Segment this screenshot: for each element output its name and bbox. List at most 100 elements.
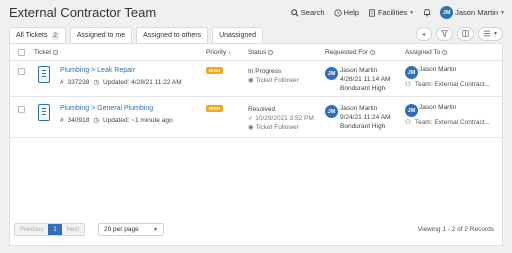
ticket-meta: # 337238 ◷ Updated: 4/28/21 11:22 AM: [60, 78, 182, 87]
request-site: Bondurant High: [340, 123, 386, 130]
requester-name: Jason Martin: [340, 105, 378, 112]
filter-button[interactable]: [436, 27, 454, 41]
table-footer: Previous 1 Next 20 per page ▼ Viewing 1 …: [10, 223, 502, 237]
search-label: Search: [300, 8, 325, 17]
tab-unassigned[interactable]: Unassigned: [212, 27, 264, 43]
ticket-title-link[interactable]: Plumbing > General Plumbing: [60, 105, 153, 112]
requester-name: Jason Martin: [340, 67, 378, 74]
status-text: Resolved: [248, 106, 276, 113]
request-date: 4/28/21 11:14 AM: [340, 76, 391, 83]
add-ticket-button[interactable]: +: [416, 27, 433, 41]
ticket-meta: # 340918 ◷ Updated: ~1 minute ago: [60, 116, 173, 125]
list-options-button[interactable]: ▼: [478, 27, 503, 41]
per-page-value: 20 per page: [104, 226, 139, 233]
status-text: In Progress: [248, 68, 282, 75]
previous-page-button[interactable]: Previous: [15, 224, 49, 235]
help-icon: ?: [333, 8, 342, 17]
tab-all-tickets[interactable]: All Tickets 2: [9, 27, 66, 43]
requested-for-cell: Jason Martin 9/24/21 11:24 AM Bondurant …: [340, 104, 390, 131]
request-site: Bondurant High: [340, 85, 386, 92]
column-label: Status: [248, 49, 267, 56]
help-label: Help: [343, 8, 359, 17]
caret-down-icon: ▼: [409, 9, 415, 16]
tab-label: Unassigned: [219, 32, 257, 39]
tab-label: Assigned to others: [143, 32, 202, 39]
avatar: JM: [405, 66, 418, 79]
user-menu[interactable]: JM Jason Martin ▼: [440, 6, 505, 19]
avatar: JM: [325, 105, 338, 118]
plus-icon: +: [421, 29, 427, 39]
caret-down-icon: ▼: [500, 9, 505, 16]
row-checkbox[interactable]: [18, 68, 25, 75]
team-name: Team: External Contract...: [414, 80, 490, 88]
ticket-tabs: All Tickets 2 Assigned to me Assigned to…: [9, 27, 264, 43]
status-date: 10/29/2021 3:52 PM: [255, 115, 314, 122]
svg-text:?: ?: [336, 10, 339, 16]
column-label: Priority: [206, 49, 227, 56]
ticket-updated: Updated: ~1 minute ago: [103, 116, 173, 124]
avatar: JM: [405, 104, 418, 117]
pagination: Previous 1 Next: [14, 223, 86, 236]
status-follower: Ticket Follower: [255, 77, 299, 84]
clock-icon: ◷: [93, 79, 99, 86]
assignee-name: Jason Martin: [419, 66, 457, 73]
ticket-id: 337238: [67, 78, 90, 86]
search-button[interactable]: Search: [291, 8, 325, 17]
page-header: External Contractor Team Search ? Help F…: [0, 0, 512, 26]
facilities-label: Facilities: [377, 8, 408, 17]
team-name: Team: External Contract...: [414, 118, 490, 126]
tab-assigned-to-others[interactable]: Assigned to others: [136, 27, 209, 43]
chevron-down-icon: ▼: [153, 226, 158, 233]
help-button[interactable]: ? Help: [333, 8, 359, 17]
next-page-button[interactable]: Next: [61, 224, 85, 235]
column-priority[interactable]: Priority ↓: [206, 49, 231, 56]
priority-badge: HIGH: [206, 67, 224, 74]
tab-assigned-to-me[interactable]: Assigned to me: [69, 27, 133, 43]
tab-label: Assigned to me: [76, 32, 126, 39]
row-checkbox[interactable]: [18, 106, 25, 113]
info-icon: [370, 50, 375, 55]
tab-count-badge: 2: [51, 31, 59, 40]
column-ticket[interactable]: Ticket: [34, 49, 59, 56]
ticket-title-link[interactable]: Plumbing > Leak Repair: [60, 67, 135, 74]
priority-badge: HIGH: [206, 105, 224, 112]
column-label: Assigned To: [405, 49, 441, 56]
hash-icon: #: [60, 116, 64, 124]
column-requested-for[interactable]: Requested For: [325, 49, 375, 56]
facilities-menu[interactable]: Facilities ▼: [368, 8, 414, 17]
table-row[interactable]: Plumbing > General Plumbing # 340918 ◷ U…: [10, 100, 502, 138]
assigned-team: ⚇ Team: External Contract...: [405, 80, 490, 89]
user-name: Jason Martin: [455, 8, 499, 17]
column-assigned-to[interactable]: Assigned To: [405, 49, 448, 56]
status-follower: Ticket Follower: [255, 124, 299, 131]
column-status[interactable]: Status: [248, 49, 274, 56]
info-icon: [53, 50, 59, 55]
tickets-table: Ticket Priority ↓ Status Requested For A…: [9, 43, 503, 246]
clock-icon: ◷: [93, 117, 99, 124]
notifications-button[interactable]: [423, 8, 431, 17]
columns-button[interactable]: [457, 27, 475, 41]
ticket-icon: [38, 104, 50, 121]
sort-icon: ↓: [228, 49, 232, 56]
avatar: JM: [325, 67, 338, 80]
table-row[interactable]: Plumbing > Leak Repair # 337238 ◷ Update…: [10, 62, 502, 97]
bell-icon: [423, 8, 431, 17]
select-all-checkbox[interactable]: [18, 49, 25, 56]
per-page-select[interactable]: 20 per page ▼: [98, 223, 164, 236]
table-header: Ticket Priority ↓ Status Requested For A…: [10, 44, 502, 61]
ticket-icon: [38, 66, 50, 83]
ticket-id: 340918: [67, 116, 90, 124]
list-icon: [483, 30, 491, 39]
page-title: External Contractor Team: [9, 5, 157, 20]
status-cell: In Progress ◉ Ticket Follower: [248, 67, 299, 85]
avatar: JM: [440, 6, 454, 19]
toolbar: + ▼: [416, 27, 503, 41]
top-nav: Search ? Help Facilities ▼ JM Jason Mart…: [291, 6, 505, 19]
team-icon: ⚇: [405, 81, 411, 88]
assignee-name: Jason Martin: [419, 104, 457, 111]
request-date: 9/24/21 11:24 AM: [340, 114, 391, 121]
hash-icon: #: [60, 78, 64, 86]
column-label: Ticket: [34, 49, 52, 56]
filter-icon: [441, 29, 449, 39]
page-button[interactable]: 1: [48, 224, 62, 235]
